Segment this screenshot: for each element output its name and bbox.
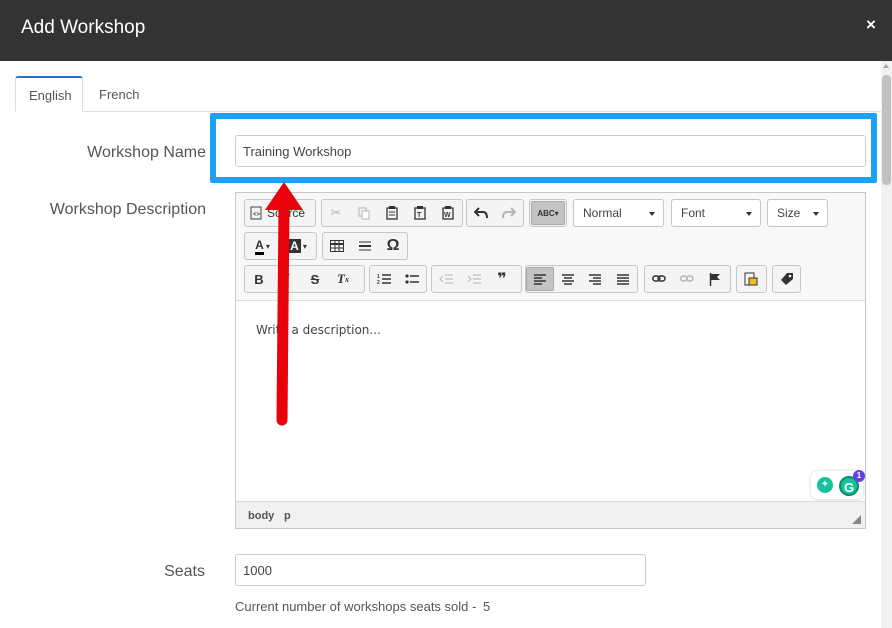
seats-input[interactable]: 1000 [235,554,646,586]
align-center-icon[interactable] [554,266,582,292]
svg-text:T: T [417,212,422,219]
toolbar-history-group [466,199,524,227]
svg-text:2: 2 [377,280,380,285]
editor-status-bar: body p [236,501,865,528]
svg-text:<>: <> [253,212,261,218]
remove-format-icon[interactable]: Tx [329,266,357,292]
workshop-description-label: Workshop Description [49,201,206,218]
toolbar-color-group: A ▾ A ▾ [244,232,317,260]
link-icon[interactable] [645,266,673,292]
tab-french[interactable]: French [86,76,152,112]
font-select-value: Font [681,206,706,220]
toolbar-insert-group: Ω [322,232,408,260]
redo-icon[interactable] [495,200,523,226]
language-tabs: English French [15,76,881,112]
anchor-icon[interactable] [701,266,729,292]
path-p[interactable]: p [284,510,291,522]
toolbar-basic-style-group: B I S Tx [244,265,365,293]
paste-word-icon[interactable]: W [434,200,462,226]
format-select[interactable]: Normal [573,199,664,227]
resize-grip-icon[interactable] [852,515,861,524]
outdent-icon[interactable] [432,266,460,292]
source-icon[interactable]: <> [245,200,267,226]
tab-english[interactable]: English [15,76,83,112]
strike-icon[interactable]: S [301,266,329,292]
lightbulb-icon[interactable]: ✦ [817,477,833,493]
bg-color-icon[interactable]: A ▾ [280,233,315,259]
workshop-name-value: Training Workshop [243,143,352,159]
unlink-icon[interactable] [673,266,701,292]
copy-icon[interactable] [350,200,378,226]
toolbar-link-group [644,265,731,293]
toolbar-tag-group [772,265,801,293]
justify-icon[interactable] [609,266,637,292]
workshop-name-label: Workshop Name [87,144,206,161]
path-body[interactable]: body [248,510,274,522]
indent-icon[interactable] [460,266,488,292]
undo-icon[interactable] [467,200,495,226]
seats-label: Seats [164,563,205,580]
tag-icon[interactable] [773,266,800,292]
toolbar-list-group: 12 [369,265,427,293]
workshop-name-input[interactable]: Training Workshop [235,135,866,167]
bold-icon[interactable]: B [245,266,273,292]
table-icon[interactable] [323,233,351,259]
svg-text:W: W [444,212,451,219]
chevron-down-icon [649,212,655,216]
toolbar-clipboard-group: ✂ T W [321,199,463,227]
scroll-up-icon[interactable] [883,64,889,68]
source-button[interactable]: Source [267,206,305,220]
spellcheck-icon[interactable]: ABC▾ [531,201,565,225]
image-icon[interactable] [737,266,765,292]
seats-value: 1000 [243,562,272,578]
align-right-icon[interactable] [582,266,610,292]
editor-placeholder: Write a description... [256,323,381,337]
chevron-down-icon [746,212,752,216]
cut-icon[interactable]: ✂ [322,200,350,226]
size-select[interactable]: Size [767,199,828,227]
modal-title: Add Workshop [21,17,146,38]
special-char-icon[interactable]: Ω [379,233,407,259]
toolbar-spell-group: ABC▾ [529,199,567,227]
modal-header: Add Workshop × [0,0,892,61]
horizontal-line-icon[interactable] [351,233,379,259]
close-icon[interactable]: × [860,14,882,36]
align-left-icon[interactable] [526,267,554,291]
size-select-value: Size [777,206,801,220]
scrollbar-thumb[interactable] [882,75,891,185]
toolbar-image-group [736,265,767,293]
grammarly-badge: 1 [853,470,865,482]
grammarly-widget[interactable]: ✦ G 1 [811,470,865,499]
seats-sold-label: Current number of workshops seats sold - [235,599,477,614]
seats-sold-value: 5 [482,599,491,614]
seats-sold-text: Current number of workshops seats sold -… [235,599,490,614]
format-select-value: Normal [583,206,622,220]
chevron-down-icon [813,212,819,216]
toolbar-align-group [525,265,638,293]
blockquote-icon[interactable]: ❞ [488,266,516,292]
rich-text-editor: <> Source ✂ T W ABC▾ Normal Font Size A … [235,192,866,529]
bullet-list-icon[interactable] [398,266,426,292]
toolbar-source-group: <> Source [244,199,316,227]
font-select[interactable]: Font [671,199,761,227]
editor-content-area[interactable]: Write a description... [236,300,865,500]
text-color-icon[interactable]: A ▾ [245,233,280,259]
paste-text-icon[interactable]: T [406,200,434,226]
paste-icon[interactable] [378,200,406,226]
toolbar-indent-group: ❞ [431,265,522,293]
numbered-list-icon[interactable]: 12 [370,266,398,292]
italic-icon[interactable]: I [273,266,301,292]
